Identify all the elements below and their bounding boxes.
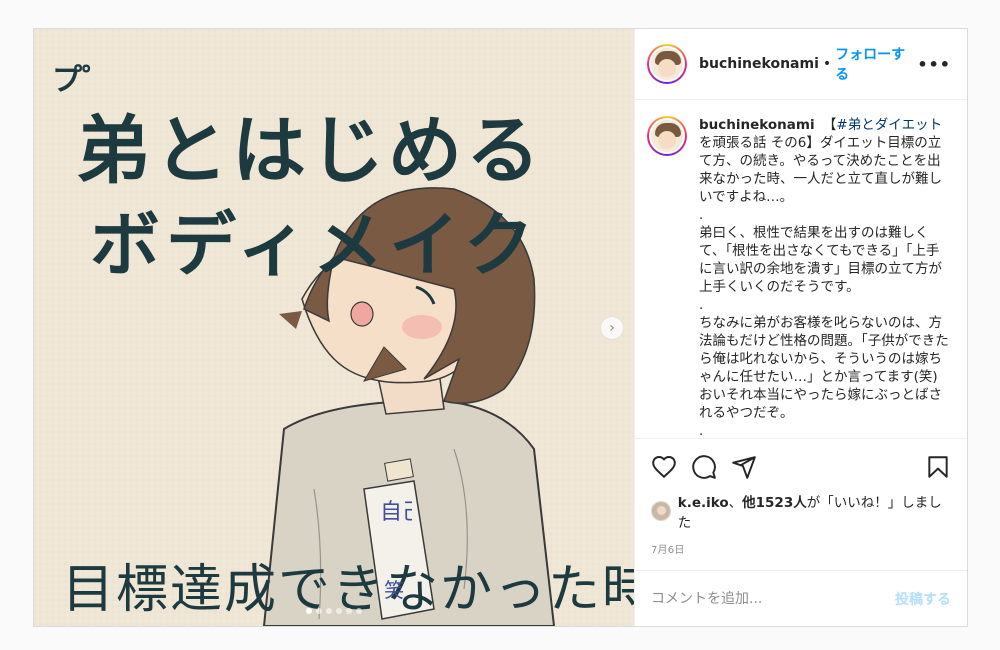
image-title-line-1: 弟とはじめる: [76, 108, 544, 194]
chevron-right-icon: ›: [609, 320, 615, 336]
follow-button[interactable]: フォローする: [835, 44, 917, 84]
name-tag-text: 自己 笑: [380, 500, 412, 602]
caption-username[interactable]: buchinekonami: [699, 117, 815, 133]
image-title-line-2: ボディメイク: [90, 204, 540, 286]
caption-section: buchinekonami 【#弟とダイエット を頑張る話 その6】ダイエット目…: [635, 100, 967, 438]
author-avatar[interactable]: [647, 44, 687, 84]
post-sidebar: buchinekonami • フォローする ••• buchinekonami…: [634, 29, 967, 626]
bookmark-icon[interactable]: [925, 454, 951, 480]
more-options-icon[interactable]: •••: [917, 55, 951, 74]
carousel-dot: [346, 608, 352, 614]
caption-bracket: 【: [822, 117, 837, 133]
carousel-dot: [326, 608, 332, 614]
post-actions: k.e.iko、他1523人が「いいね！」しました 7月6日: [635, 438, 967, 556]
carousel-dot: [356, 608, 362, 614]
likes-count[interactable]: 他1523人: [742, 495, 807, 511]
carousel-dot: [306, 608, 312, 614]
likes-summary: k.e.iko、他1523人が「いいね！」しました: [651, 491, 951, 531]
instagram-post: プ゜ 弟とはじめる ボディメイク 目標達成できなかった時は 自己 笑 › buc…: [33, 28, 968, 627]
heart-icon[interactable]: [651, 454, 677, 480]
likes-connector: 、: [728, 495, 743, 511]
carousel-dot: [336, 608, 342, 614]
liker-avatar[interactable]: [651, 501, 671, 521]
caption-hashtag[interactable]: #弟とダイエット: [836, 117, 942, 133]
caption-body: を頑張る話 その6】ダイエット目標の立て方、の続き。やるって決めたことを出来なか…: [699, 135, 949, 438]
comment-box: 投稿する: [635, 570, 967, 626]
comment-icon[interactable]: [691, 454, 717, 480]
caption-author-avatar[interactable]: [647, 116, 687, 156]
post-image[interactable]: プ゜ 弟とはじめる ボディメイク 目標達成できなかった時は 自己 笑 ›: [34, 29, 634, 626]
post-comment-button[interactable]: 投稿する: [895, 589, 951, 609]
comment-input[interactable]: [651, 590, 895, 607]
author-username[interactable]: buchinekonami: [699, 56, 819, 72]
post-header: buchinekonami • フォローする •••: [635, 29, 967, 100]
share-icon[interactable]: [731, 454, 757, 480]
caption-text: buchinekonami 【#弟とダイエット を頑張る話 その6】ダイエット目…: [699, 116, 949, 438]
carousel-indicator: [34, 608, 634, 614]
carousel-dot: [316, 608, 322, 614]
name-tag-line-2: 笑: [384, 578, 404, 602]
header-separator: •: [822, 56, 832, 72]
liker-username[interactable]: k.e.iko: [678, 495, 729, 511]
name-tag-line-1: 自己: [380, 500, 412, 525]
next-slide-button[interactable]: ›: [600, 316, 624, 340]
action-icon-row: [651, 447, 951, 487]
post-date[interactable]: 7月6日: [651, 541, 951, 556]
